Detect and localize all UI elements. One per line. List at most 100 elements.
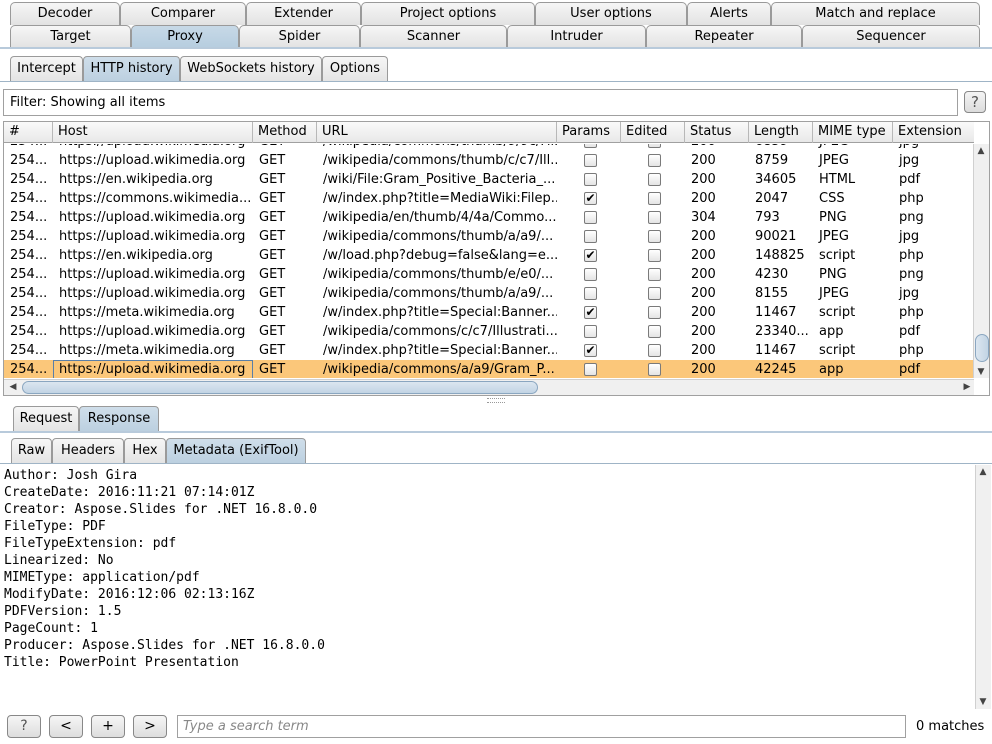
tab-alerts[interactable]: Alerts	[687, 2, 771, 25]
column-header-mime-type[interactable]: MIME type	[813, 122, 893, 143]
table-row[interactable]: 254...https://upload.wikimedia.orgGET/wi…	[4, 227, 974, 246]
scroll-up-arrow-icon[interactable]: ▲	[976, 467, 990, 477]
params-checkbox[interactable]	[584, 325, 597, 338]
edited-checkbox[interactable]	[648, 325, 661, 338]
tab-metadata-exiftool[interactable]: Metadata (ExifTool)	[166, 438, 306, 463]
column-header-method[interactable]: Method	[253, 122, 317, 143]
params-checkbox[interactable]	[584, 144, 597, 148]
table-row[interactable]: 254...https://upload.wikimedia.orgGET/wi…	[4, 360, 974, 378]
tab-project-options[interactable]: Project options	[361, 2, 535, 25]
params-checkbox[interactable]	[584, 230, 597, 243]
table-row[interactable]: 254...https://upload.wikimedia.orgGET/wi…	[4, 144, 974, 151]
params-checkbox[interactable]	[584, 363, 597, 376]
column-header-edited[interactable]: Edited	[621, 122, 685, 143]
params-checkbox[interactable]: ✔	[584, 306, 597, 319]
search-help-button[interactable]: ?	[7, 715, 41, 738]
edited-checkbox[interactable]	[648, 154, 661, 167]
table-row[interactable]: 254...https://upload.wikimedia.orgGET/wi…	[4, 284, 974, 303]
table-row[interactable]: 254...https://upload.wikimedia.orgGET/wi…	[4, 151, 974, 170]
column-header-url[interactable]: URL	[317, 122, 557, 143]
edited-checkbox[interactable]	[648, 249, 661, 262]
cell-number: 254...	[10, 153, 48, 168]
table-row[interactable]: 254... https://en.wikipedia.org GET/w/load…	[4, 246, 974, 265]
params-checkbox[interactable]	[584, 268, 597, 281]
params-checkbox[interactable]: ✔	[584, 192, 597, 205]
tab-request[interactable]: Request	[13, 406, 79, 431]
metadata-vertical-scrollbar[interactable]: ▲ ▼	[975, 465, 991, 709]
tab-headers[interactable]: Headers	[52, 438, 124, 463]
column-header-params[interactable]: Params	[557, 122, 621, 143]
tab-comparer[interactable]: Comparer	[120, 2, 246, 25]
params-checkbox[interactable]: ✔	[584, 249, 597, 262]
top-tabs-row-2: Target Proxy Spider Scanner Intruder Rep…	[0, 25, 992, 48]
tab-options[interactable]: Options	[322, 56, 388, 81]
edited-checkbox[interactable]	[648, 287, 661, 300]
edited-checkbox[interactable]	[648, 192, 661, 205]
tab-scanner[interactable]: Scanner	[360, 25, 507, 48]
previous-match-button[interactable]: <	[49, 715, 83, 738]
scroll-down-arrow-icon[interactable]: ▼	[974, 367, 988, 377]
metadata-line: Creator: Aspose.Slides for .NET 16.8.0.0	[4, 502, 318, 517]
help-button[interactable]: ?	[964, 91, 986, 113]
metadata-text-area[interactable]: Author: Josh Gira CreateDate: 2016:11:21 …	[0, 465, 975, 709]
params-checkbox[interactable]: ✔	[584, 344, 597, 357]
table-vertical-scroll-thumb[interactable]	[975, 334, 989, 362]
table-row[interactable]: 254...https://upload.wikimedia.orgGET/wi…	[4, 265, 974, 284]
tab-spider[interactable]: Spider	[239, 25, 360, 48]
tab-proxy[interactable]: Proxy	[131, 25, 239, 48]
edited-checkbox[interactable]	[648, 344, 661, 357]
params-checkbox[interactable]	[584, 154, 597, 167]
edited-checkbox[interactable]	[648, 268, 661, 281]
table-row[interactable]: 254... https://meta.wikimedia.org GET/w/in…	[4, 341, 974, 360]
search-input[interactable]: Type a search term	[177, 715, 906, 738]
edited-checkbox[interactable]	[648, 211, 661, 224]
column-header-status[interactable]: Status	[685, 122, 749, 143]
pane-splitter[interactable]	[0, 398, 992, 403]
table-vertical-scrollbar[interactable]: ▲ ▼	[973, 144, 989, 378]
column-header-length[interactable]: Length	[749, 122, 813, 143]
tab-match-and-replace[interactable]: Match and replace	[771, 2, 980, 25]
scroll-down-arrow-icon[interactable]: ▼	[976, 697, 990, 707]
tab-http-history[interactable]: HTTP history	[83, 56, 180, 81]
add-button[interactable]: +	[91, 715, 125, 738]
scroll-right-arrow-icon[interactable]: ▶	[960, 382, 974, 392]
table-row[interactable]: 254... https://en.wikipedia.org GET/wiki/F…	[4, 170, 974, 189]
cell-status: 200	[691, 248, 716, 263]
tab-websockets-history[interactable]: WebSockets history	[180, 56, 322, 81]
edited-checkbox[interactable]	[648, 306, 661, 319]
scroll-up-arrow-icon[interactable]: ▲	[974, 146, 988, 156]
params-checkbox[interactable]	[584, 211, 597, 224]
table-row[interactable]: 254... https://meta.wikimedia.org GET/w/in…	[4, 303, 974, 322]
tab-intruder[interactable]: Intruder	[507, 25, 646, 48]
tab-repeater[interactable]: Repeater	[646, 25, 802, 48]
table-horizontal-scroll-thumb[interactable]	[22, 381, 538, 394]
table-row[interactable]: 254... https://commons.wikimedia... GET/w/…	[4, 189, 974, 208]
tab-extender[interactable]: Extender	[246, 2, 361, 25]
edited-checkbox[interactable]	[648, 230, 661, 243]
edited-checkbox[interactable]	[648, 173, 661, 186]
tab-raw[interactable]: Raw	[11, 438, 52, 463]
cell-length: 8759	[755, 153, 789, 168]
params-checkbox[interactable]	[584, 287, 597, 300]
table-row[interactable]: 254...https://upload.wikimedia.orgGET/wi…	[4, 322, 974, 341]
tab-intercept[interactable]: Intercept	[10, 56, 83, 81]
tab-hex[interactable]: Hex	[124, 438, 166, 463]
cell-host: https://upload.wikimedia.org	[53, 144, 253, 151]
tab-sequencer[interactable]: Sequencer	[802, 25, 980, 48]
table-row[interactable]: 254...https://upload.wikimedia.orgGET/wi…	[4, 208, 974, 227]
filter-bar[interactable]: Filter: Showing all items	[3, 89, 958, 116]
column-header-extension[interactable]: Extension	[893, 122, 974, 143]
edited-checkbox[interactable]	[648, 144, 661, 148]
edited-checkbox[interactable]	[648, 363, 661, 376]
cell-url: /wikipedia/commons/thumb/9/9c/Fil...	[317, 144, 557, 151]
scroll-left-arrow-icon[interactable]: ◀	[6, 382, 20, 392]
column-header-host[interactable]: Host	[53, 122, 253, 143]
table-horizontal-scrollbar[interactable]: ◀ ▶	[4, 379, 974, 395]
params-checkbox[interactable]	[584, 173, 597, 186]
tab-decoder[interactable]: Decoder	[10, 2, 120, 25]
next-match-button[interactable]: >	[133, 715, 167, 738]
column-header-number[interactable]: #	[4, 122, 53, 143]
tab-response[interactable]: Response	[79, 406, 159, 431]
tab-target[interactable]: Target	[10, 25, 131, 48]
tab-user-options[interactable]: User options	[535, 2, 687, 25]
